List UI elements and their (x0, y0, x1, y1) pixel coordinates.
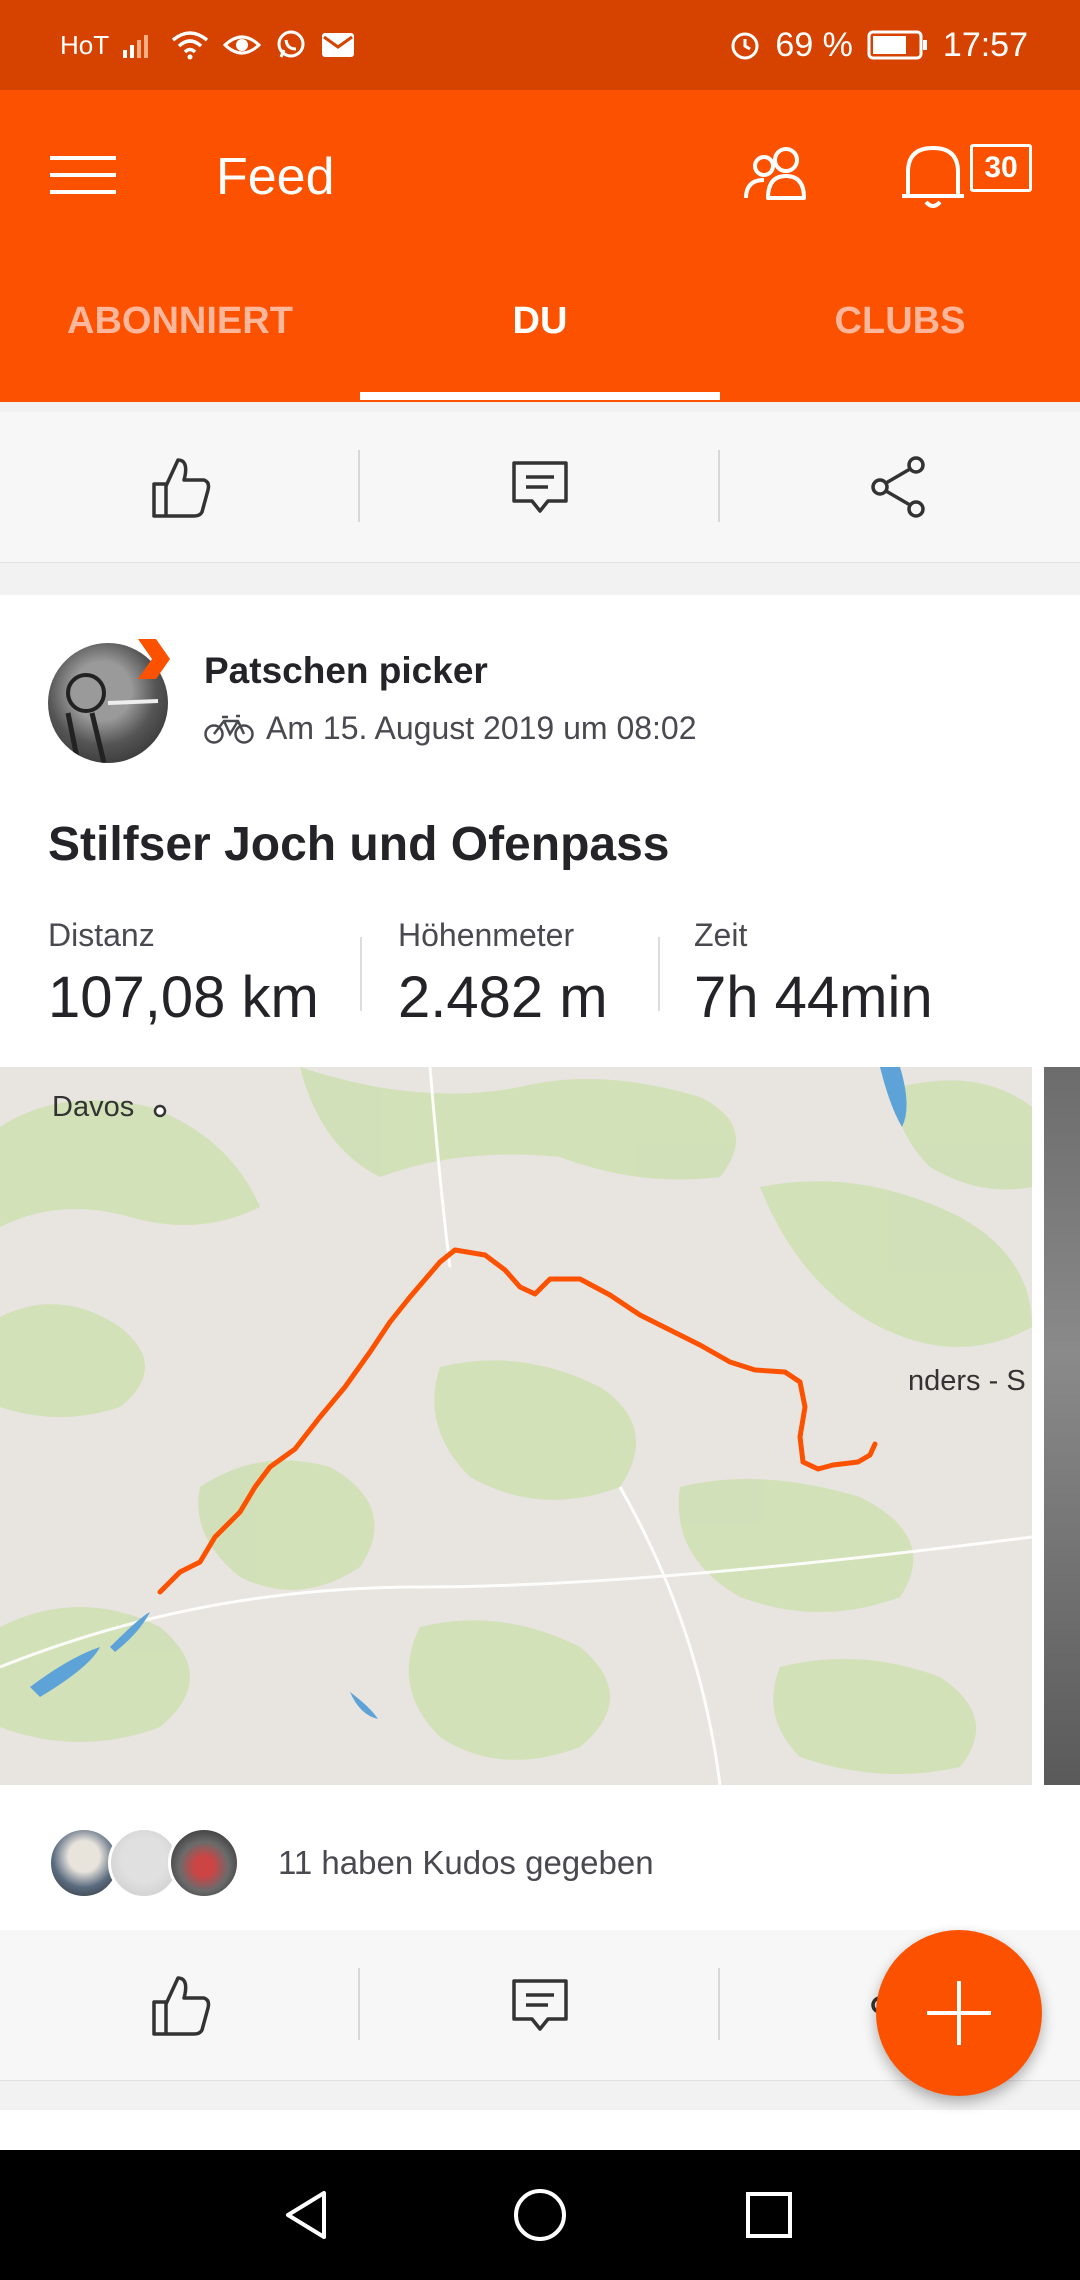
notifications-button[interactable]: 30 (898, 138, 1038, 214)
kudos-avatar (168, 1827, 240, 1899)
thumbs-up-icon (152, 1976, 211, 2036)
home-circle-icon (514, 2189, 566, 2241)
map-terrain (0, 1067, 1032, 1775)
back-button[interactable] (273, 2180, 343, 2250)
stat-value: 107,08 km (48, 965, 319, 1030)
back-triangle-icon (286, 2191, 326, 2239)
town-marker-icon (153, 1104, 167, 1118)
previous-post-actions (0, 412, 1080, 563)
kudos-count: 11 haben Kudos gegeben (278, 1844, 654, 1881)
menu-button[interactable] (48, 140, 118, 210)
tab-clubs[interactable]: CLUBS (720, 290, 1080, 402)
stat-label: Höhenmeter (398, 917, 575, 953)
app-bar: Feed 30 ABONNIERT DU CLUBS (0, 90, 1080, 402)
premium-badge-icon (138, 639, 170, 679)
tab-du[interactable]: DU (360, 290, 720, 402)
kudos-row[interactable]: 11 haben Kudos gegeben (48, 1823, 654, 1903)
home-button[interactable] (505, 2180, 575, 2250)
carrier-label: HoT (60, 29, 110, 60)
battery-icon (867, 30, 929, 60)
route-map[interactable]: Davos nders - S (0, 1067, 1032, 1785)
divider (360, 937, 362, 1011)
comment-button[interactable] (360, 412, 720, 562)
share-icon (871, 456, 925, 518)
clock: 17:57 (942, 25, 1028, 64)
bell-icon (902, 146, 964, 208)
thumbs-up-icon (152, 458, 211, 518)
stat-value: 7h 44min (694, 965, 933, 1030)
bicycle-icon (204, 714, 254, 744)
activity-date: Am 15. August 2019 um 08:02 (266, 710, 697, 746)
recents-square-icon (746, 2192, 792, 2238)
add-activity-button[interactable] (876, 1930, 1042, 2096)
recents-button[interactable] (734, 2180, 804, 2250)
status-bar: HoT 69 % 17:57 (0, 0, 1080, 90)
stat-time: Zeit 7h 44min (694, 917, 933, 1031)
activity-card: Patschen picker Am 15. August 2019 um 08… (0, 595, 1080, 1930)
map-label-davos: Davos (52, 1091, 135, 1123)
stat-elevation: Höhenmeter 2.482 m (398, 917, 608, 1031)
hamburger-icon (50, 156, 116, 194)
plus-icon (927, 1981, 991, 2045)
tab-abonniert[interactable]: ABONNIERT (0, 290, 360, 402)
activity-photo-preview[interactable] (1044, 1067, 1080, 1785)
stat-value: 2.482 m (398, 965, 608, 1030)
comment-icon (512, 1979, 568, 2031)
divider (658, 937, 660, 1011)
mail-icon (321, 32, 355, 58)
eye-icon (223, 31, 262, 59)
active-tab-indicator (360, 392, 720, 400)
stat-label: Zeit (694, 917, 748, 953)
stat-label: Distanz (48, 917, 155, 953)
notification-badge: 30 (970, 144, 1032, 192)
kudos-button[interactable] (0, 1930, 360, 2080)
kudos-button[interactable] (0, 412, 360, 562)
comment-button[interactable] (360, 1930, 720, 2080)
people-icon (744, 147, 806, 200)
signal-icon (123, 32, 157, 58)
activity-dateline: Am 15. August 2019 um 08:02 (204, 710, 697, 747)
next-activity-card (0, 2110, 1080, 2150)
stat-distance: Distanz 107,08 km (48, 917, 319, 1031)
wifi-icon (171, 30, 209, 60)
find-friends-button[interactable] (740, 140, 820, 210)
whatsapp-icon (275, 29, 307, 61)
comment-icon (512, 461, 568, 513)
share-button[interactable] (720, 412, 1080, 562)
map-label-landers: nders - S (908, 1365, 1026, 1397)
battery-percent: 69 % (775, 25, 853, 64)
athlete-name[interactable]: Patschen picker (204, 650, 488, 692)
page-title: Feed (216, 148, 335, 206)
system-navigation-bar (0, 2150, 1080, 2280)
alarm-icon (729, 29, 761, 61)
activity-title[interactable]: Stilfser Joch und Ofenpass (48, 817, 669, 872)
